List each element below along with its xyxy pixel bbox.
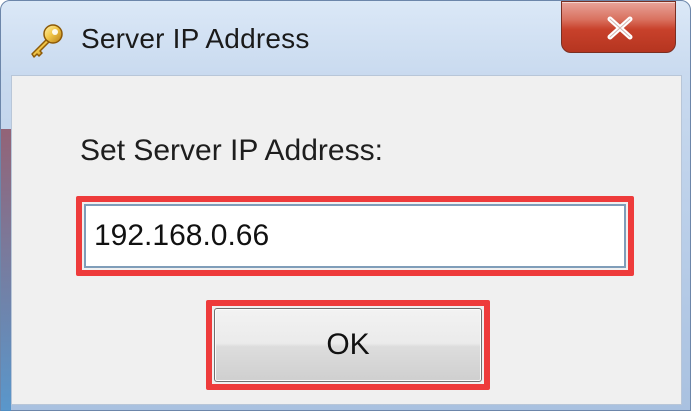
close-icon [562,2,677,54]
desktop-edge [1,129,11,411]
window-title: Server IP Address [81,23,310,54]
key-icon [26,21,66,61]
prompt-label: Set Server IP Address: [80,134,383,167]
title-bar[interactable]: Server IP Address [1,1,691,75]
dialog-window: Server IP Address Set Server IP Address:… [0,0,691,411]
close-button[interactable] [561,1,676,53]
dialog-content: Set Server IP Address: OK [11,75,682,405]
ip-address-input[interactable] [84,204,626,268]
ok-button[interactable]: OK [214,308,482,382]
screenshot-stage: Server IP Address Set Server IP Address:… [0,0,691,411]
